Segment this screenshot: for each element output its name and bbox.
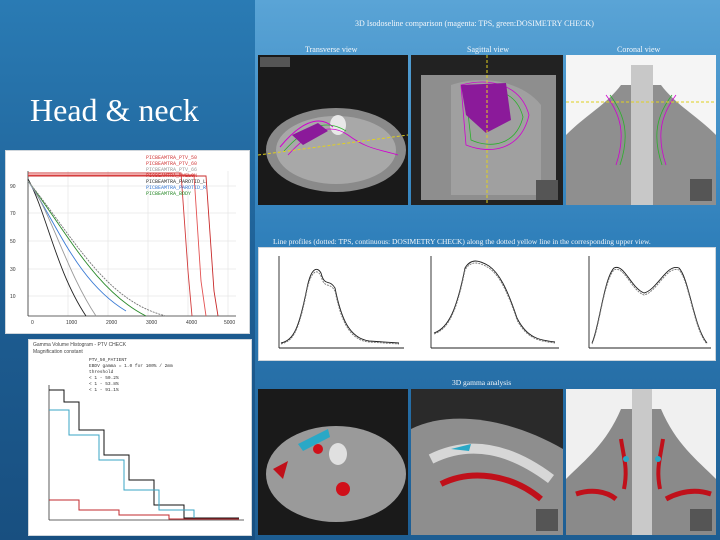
coronal-ct-image xyxy=(566,55,716,205)
svg-text:90: 90 xyxy=(10,184,16,190)
gamma-caption: 3D gamma analysis xyxy=(452,378,512,387)
svg-text:50: 50 xyxy=(10,239,16,245)
coronal-view-label: Coronal view xyxy=(617,45,661,54)
svg-text:30: 30 xyxy=(10,267,16,273)
svg-text:4000: 4000 xyxy=(186,320,197,326)
sagittal-ct-image xyxy=(411,55,563,205)
gamma-transverse-image xyxy=(258,389,408,535)
svg-text:70: 70 xyxy=(10,211,16,217)
line-profile-caption: Line profiles (dotted: TPS, continuous: … xyxy=(273,237,651,246)
dvh-legend-item: PICBEAMTRA_BODY xyxy=(146,191,192,197)
dvh-legend: PICBEAMTRA_PTV_50 PICBEAMTRA_PTV_60 PICB… xyxy=(146,155,206,197)
line-profiles-panel xyxy=(258,247,716,361)
svg-text:0: 0 xyxy=(31,320,34,326)
gamma-histogram-panel: Gamma Volume Histogram - PTV CHECK Magni… xyxy=(28,339,252,536)
dvh-chart-panel: 90 70 50 30 10 0 1000 2000 3000 4000 5000 PICBE… xyxy=(5,150,250,334)
svg-text:10: 10 xyxy=(10,294,16,300)
svg-text:5000: 5000 xyxy=(224,320,235,326)
slide-title: Head & neck xyxy=(30,92,199,128)
svg-text:2000: 2000 xyxy=(106,320,117,326)
svg-text:1000: 1000 xyxy=(66,320,77,326)
svg-text:3000: 3000 xyxy=(146,320,157,326)
transverse-ct-image xyxy=(258,55,408,205)
sagittal-view-label: Sagittal view xyxy=(467,45,509,54)
transverse-view-label: Transverse view xyxy=(305,45,358,54)
gamma-coronal-image xyxy=(566,389,716,535)
top-caption: 3D Isodoseline comparison (magenta: TPS,… xyxy=(355,19,594,28)
gamma-sagittal-image xyxy=(411,389,563,535)
